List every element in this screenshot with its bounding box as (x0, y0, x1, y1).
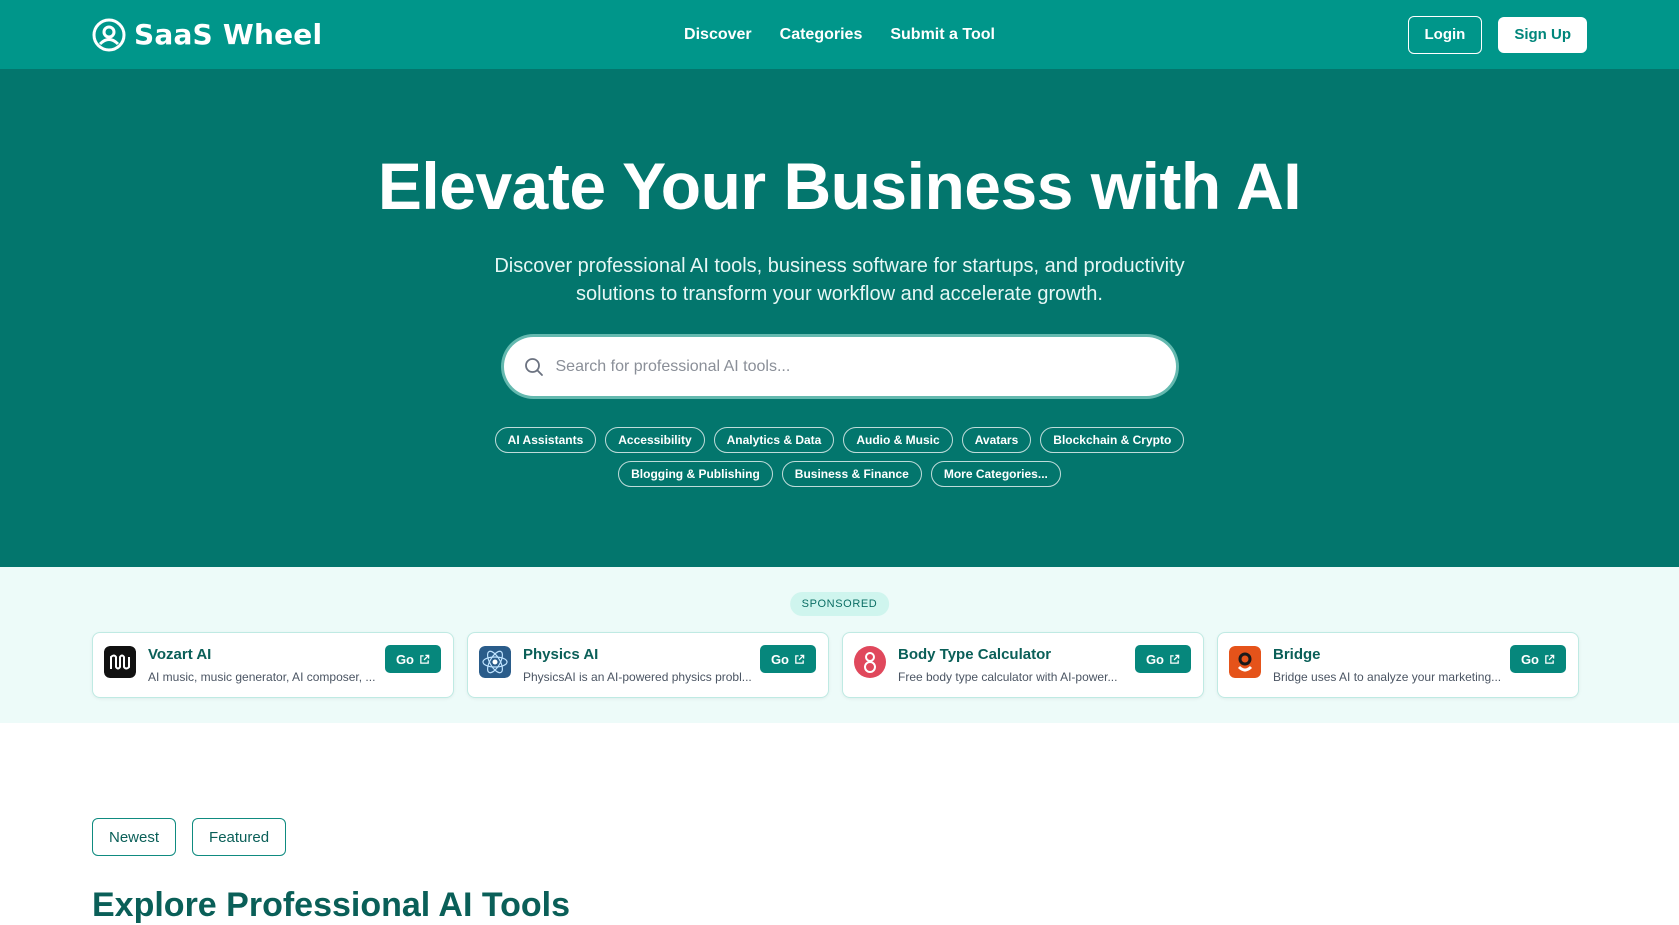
search-bar (503, 337, 1176, 396)
section-title: Explore Professional AI Tools (92, 886, 570, 924)
sponsor-description: Free body type calculator with AI-power.… (898, 670, 1118, 684)
more-categories-button[interactable]: More Categories... (930, 461, 1061, 487)
sponsor-description: PhysicsAI is an AI-powered physics probl… (523, 670, 752, 684)
filter-featured-button[interactable]: Featured (192, 818, 287, 856)
filter-newest-button[interactable]: Newest (92, 818, 177, 856)
category-chip-analytics-data[interactable]: Analytics & Data (713, 427, 835, 453)
sponsor-description: Bridge uses AI to analyze your marketing… (1273, 670, 1502, 684)
physics-ai-logo-icon (479, 646, 511, 678)
sponsor-name: Body Type Calculator (898, 646, 1052, 663)
category-chip-blockchain-crypto[interactable]: Blockchain & Crypto (1040, 427, 1185, 453)
category-chips: AI Assistants Accessibility Analytics & … (430, 427, 1250, 487)
sponsor-name: Physics AI (523, 646, 599, 663)
category-chip-avatars[interactable]: Avatars (961, 427, 1032, 453)
login-button[interactable]: Login (1407, 15, 1483, 54)
sponsored-card: Vozart AI AI music, music generator, AI … (92, 632, 454, 698)
external-link-icon (1545, 654, 1555, 664)
sponsored-card: Bridge Bridge uses AI to analyze your ma… (1217, 632, 1579, 698)
sponsor-name: Vozart AI (148, 646, 212, 663)
go-button[interactable]: Go (759, 645, 816, 673)
top-navbar: SaaS Wheel Discover Categories Submit a … (0, 0, 1679, 69)
category-chip-blogging-publishing[interactable]: Blogging & Publishing (618, 461, 773, 487)
hero-subtitle: Discover professional AI tools, business… (494, 255, 1185, 305)
tool-filters: Newest Featured (92, 818, 287, 856)
go-button[interactable]: Go (1134, 645, 1191, 673)
brand-name: SaaS Wheel (134, 18, 323, 51)
sponsored-cards: Vozart AI AI music, music generator, AI … (92, 632, 1579, 698)
external-link-icon (1170, 654, 1180, 664)
go-button[interactable]: Go (1509, 645, 1566, 673)
search-input[interactable] (555, 357, 1156, 376)
saas-wheel-logo-icon (92, 18, 126, 51)
auth-actions: Login Sign Up (1407, 15, 1587, 54)
signup-button[interactable]: Sign Up (1498, 16, 1587, 53)
category-chip-audio-music[interactable]: Audio & Music (843, 427, 953, 453)
sponsor-description: AI music, music generator, AI composer, … (148, 670, 376, 684)
bridge-logo-icon (1229, 646, 1261, 678)
nav-link-submit-tool[interactable]: Submit a Tool (890, 26, 995, 44)
vozart-logo-icon (104, 646, 136, 678)
go-button[interactable]: Go (384, 645, 441, 673)
sponsored-badge: SPONSORED (789, 592, 890, 616)
sponsored-card: Body Type Calculator Free body type calc… (842, 632, 1204, 698)
search-icon (524, 357, 543, 376)
sponsor-name: Bridge (1273, 646, 1321, 663)
go-label: Go (770, 651, 789, 667)
external-link-icon (420, 654, 430, 664)
go-label: Go (1520, 651, 1539, 667)
category-chip-ai-assistants[interactable]: AI Assistants (494, 427, 597, 453)
brand-link[interactable]: SaaS Wheel (92, 18, 322, 52)
category-chip-accessibility[interactable]: Accessibility (605, 427, 705, 453)
hero-section: Elevate Your Business with AI Discover p… (0, 69, 1679, 567)
nav-link-discover[interactable]: Discover (684, 26, 752, 44)
category-chip-business-finance[interactable]: Business & Finance (781, 461, 922, 487)
sponsored-section: SPONSORED Vozart AI AI music, music gene… (0, 567, 1679, 723)
external-link-icon (795, 654, 805, 664)
go-label: Go (395, 651, 414, 667)
sponsored-card: Physics AI PhysicsAI is an AI-powered ph… (467, 632, 829, 698)
body-type-logo-icon (854, 646, 886, 678)
go-label: Go (1145, 651, 1164, 667)
hero-title: Elevate Your Business with AI (377, 149, 1302, 223)
nav-link-categories[interactable]: Categories (780, 26, 863, 44)
